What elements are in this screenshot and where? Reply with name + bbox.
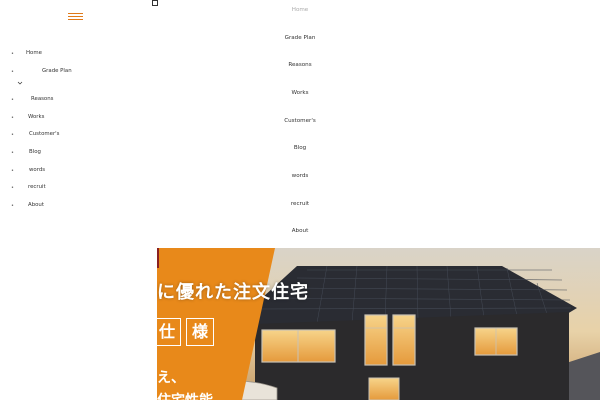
bullet-icon: • (11, 97, 14, 103)
hero-headline: に優れた注文住宅 (157, 282, 309, 303)
sidebar-item-grade-plan[interactable]: Grade Plan (42, 68, 72, 75)
nav-item-about[interactable]: About (240, 228, 360, 235)
hero-line-4: 住宅性能 (157, 390, 213, 400)
hero-spec-badge-2: 様 (186, 318, 214, 346)
sidebar-item-works[interactable]: Works (28, 114, 44, 121)
hero-house-image (157, 248, 600, 400)
sidebar-item-customers[interactable]: Customer's (29, 131, 59, 138)
hero-line-3: え、 (157, 370, 185, 386)
bullet-icon: • (11, 115, 14, 121)
sidebar-item-about[interactable]: About (28, 202, 44, 209)
hero-spec-badge-1: 仕 (157, 318, 181, 346)
bullet-icon: • (11, 51, 14, 57)
hero-banner: に優れた注文住宅 仕 様 え、 住宅性能 (157, 248, 600, 400)
sidebar-item-recruit[interactable]: recruit (28, 184, 46, 191)
sidebar-item-words[interactable]: words (29, 167, 45, 174)
hamburger-menu-icon[interactable] (68, 13, 83, 21)
nav-item-words[interactable]: words (240, 173, 360, 180)
sidebar-item-home[interactable]: Home (26, 50, 42, 57)
nav-item-recruit[interactable]: recruit (240, 201, 360, 208)
sidebar-item-reasons[interactable]: Reasons (31, 96, 53, 103)
bullet-icon: • (11, 132, 14, 138)
bullet-icon: • (11, 69, 14, 75)
nav-item-home[interactable]: Home (240, 7, 360, 14)
bullet-icon: • (11, 185, 14, 191)
chevron-down-icon[interactable] (17, 80, 23, 86)
nav-item-customers[interactable]: Customer's (240, 118, 360, 125)
bullet-icon: • (11, 168, 14, 174)
close-icon[interactable] (152, 0, 158, 6)
bullet-icon: • (11, 150, 14, 156)
nav-item-works[interactable]: Works (240, 90, 360, 97)
nav-item-blog[interactable]: Blog (240, 145, 360, 152)
sidebar-item-blog[interactable]: Blog (29, 149, 41, 156)
bullet-icon: • (11, 203, 14, 209)
nav-item-grade-plan[interactable]: Grade Plan (240, 35, 360, 42)
nav-item-reasons[interactable]: Reasons (240, 62, 360, 69)
